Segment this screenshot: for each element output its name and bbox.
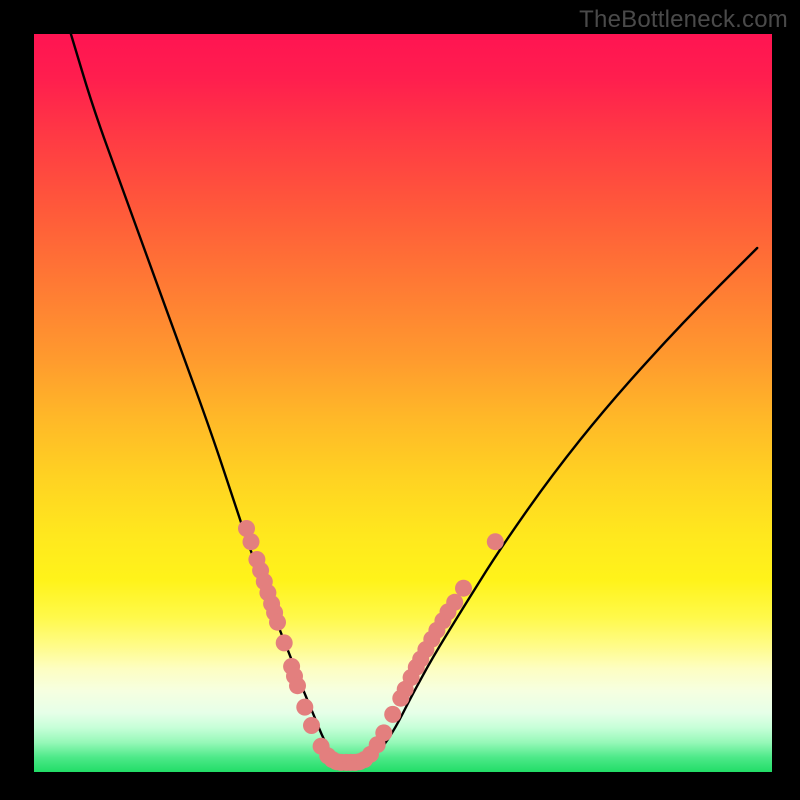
data-marker: [243, 533, 260, 550]
data-marker: [487, 533, 504, 550]
data-marker: [289, 677, 306, 694]
plot-area: [34, 34, 772, 772]
data-marker: [269, 614, 286, 631]
data-marker: [384, 706, 401, 723]
data-marker: [303, 717, 320, 734]
curve-layer: [34, 34, 772, 772]
data-marker: [296, 699, 313, 716]
bottleneck-curve: [71, 34, 757, 763]
data-marker: [276, 634, 293, 651]
data-marker: [375, 724, 392, 741]
chart-frame: TheBottleneck.com: [0, 0, 800, 800]
data-marker: [455, 580, 472, 597]
watermark-text: TheBottleneck.com: [579, 6, 788, 34]
marker-group: [238, 520, 504, 771]
data-marker: [446, 594, 463, 611]
